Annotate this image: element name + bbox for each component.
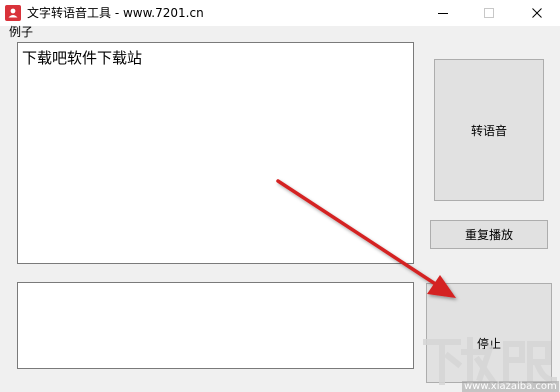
minimize-button[interactable] [420,0,466,26]
replay-button[interactable]: 重复播放 [430,220,548,249]
menu-bar: 例子 [0,25,560,40]
app-icon [5,5,21,21]
stop-button-label: 停止 [476,336,501,351]
close-icon [532,8,542,18]
replay-button-label: 重复播放 [464,228,513,242]
main-text-input[interactable] [17,42,414,264]
minimize-icon [438,13,448,14]
maximize-button[interactable] [466,0,512,26]
close-button[interactable] [514,0,560,26]
menu-item-examples[interactable]: 例子 [9,25,33,40]
secondary-text-input[interactable] [17,282,414,369]
stop-button[interactable]: 停止 [426,283,552,383]
maximize-icon [484,8,494,18]
convert-button-label: 转语音 [470,123,507,138]
title-bar[interactable]: 文字转语音工具 - www.7201.cn [0,0,560,26]
convert-to-speech-button[interactable]: 转语音 [434,59,544,201]
window-title: 文字转语音工具 - www.7201.cn [27,6,204,20]
app-window: 文字转语音工具 - www.7201.cn 例子 转语音 重复播放 停止 [0,0,560,392]
